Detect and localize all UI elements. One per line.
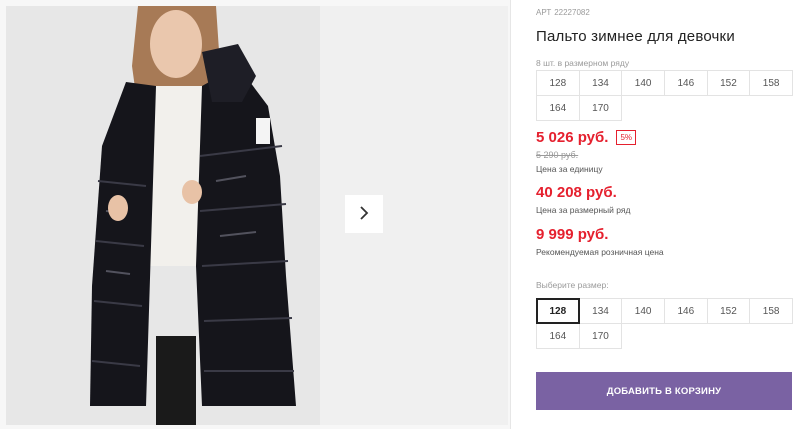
size-range-cell: 128 xyxy=(536,70,580,96)
size-option-170[interactable]: 170 xyxy=(578,323,623,349)
column-divider xyxy=(510,0,511,429)
size-range-grid: 128 134 140 146 152 158 164 170 xyxy=(536,70,793,121)
article-value: 22227082 xyxy=(554,8,590,17)
product-title: Пальто зимнее для девочки xyxy=(536,28,735,45)
range-price: 40 208 руб. xyxy=(536,184,617,201)
unit-price: 5 026 руб. xyxy=(536,129,609,146)
old-price: 5 290 руб. xyxy=(536,150,579,160)
gallery-next-button[interactable] xyxy=(345,195,383,233)
coat-illustration xyxy=(6,6,320,425)
range-price-caption: Цена за размерный ряд xyxy=(536,205,631,215)
size-option-140[interactable]: 140 xyxy=(621,298,665,324)
discount-badge: 5% xyxy=(616,130,637,145)
size-range-cell: 170 xyxy=(578,95,623,121)
size-option-146[interactable]: 146 xyxy=(663,298,708,324)
size-option-164[interactable]: 164 xyxy=(536,323,580,349)
unit-price-caption: Цена за единицу xyxy=(536,164,603,174)
unit-price-row: 5 026 руб. 5% xyxy=(536,129,637,146)
size-option-134[interactable]: 134 xyxy=(578,298,623,324)
article-number: АРТ 22227082 xyxy=(536,8,590,17)
product-page: АРТ 22227082 Пальто зимнее для девочки 8 … xyxy=(0,0,800,429)
retail-price: 9 999 руб. xyxy=(536,226,609,243)
choose-size-label: Выберите размер: xyxy=(536,280,609,290)
size-range-cell: 164 xyxy=(536,95,580,121)
size-option-152[interactable]: 152 xyxy=(706,298,751,324)
size-option-158[interactable]: 158 xyxy=(749,298,793,324)
size-range-cell: 158 xyxy=(749,70,793,96)
add-to-cart-button[interactable]: ДОБАВИТЬ В КОРЗИНУ xyxy=(536,372,792,410)
size-range-hint: 8 шт. в размерном ряду xyxy=(536,58,630,68)
chevron-right-icon xyxy=(358,205,370,224)
retail-price-caption: Рекомендуемая розничная цена xyxy=(536,247,664,257)
product-photo xyxy=(6,6,320,425)
size-range-cell: 152 xyxy=(706,70,751,96)
size-selector: 128 134 140 146 152 158 164 170 xyxy=(536,298,793,349)
size-range-cell: 146 xyxy=(663,70,708,96)
article-label: АРТ xyxy=(536,8,552,17)
product-gallery xyxy=(0,0,510,429)
size-range-cell: 140 xyxy=(621,70,665,96)
size-option-128[interactable]: 128 xyxy=(536,298,580,324)
size-range-cell: 134 xyxy=(578,70,623,96)
